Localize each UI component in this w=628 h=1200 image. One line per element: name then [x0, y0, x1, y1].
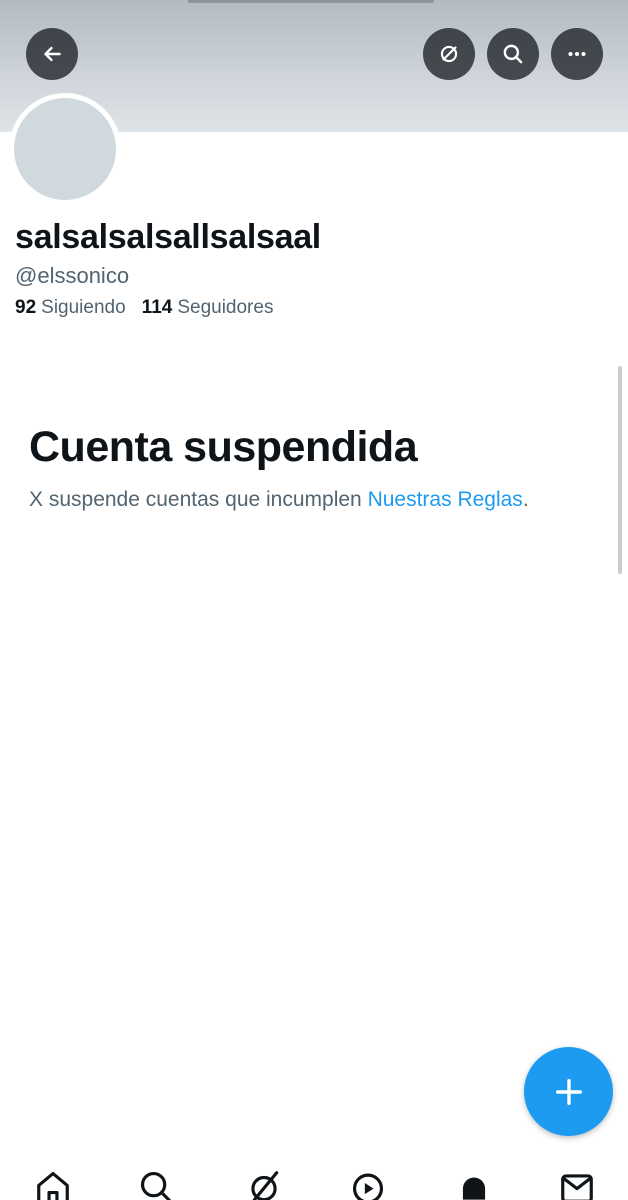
- plus-icon: [555, 1078, 582, 1105]
- avatar-placeholder: [14, 98, 116, 200]
- arrow-left-icon: [44, 46, 61, 62]
- back-button[interactable]: [26, 28, 78, 80]
- profile-page: salsalsalsallsalsaal @elssonico 92 Siguie…: [0, 0, 628, 1200]
- home-icon: [37, 1171, 69, 1200]
- drag-hint: [188, 0, 434, 3]
- followers-count: 114: [141, 297, 173, 318]
- suspended-title: Cuenta suspendida: [29, 423, 418, 471]
- display-name: salsalsalsallsalsaal: [15, 218, 321, 256]
- messages-icon: [561, 1174, 593, 1200]
- nav-messages[interactable]: [557, 1168, 597, 1200]
- nav-notifications[interactable]: [454, 1168, 494, 1200]
- bottom-nav: [0, 1150, 628, 1200]
- compose-fab[interactable]: [524, 1047, 613, 1136]
- more-button[interactable]: [551, 28, 603, 80]
- suspended-message: X suspende cuentas que incumplen Nuestra…: [29, 488, 529, 512]
- suspended-text-after: .: [522, 488, 529, 511]
- grok-icon: [251, 1171, 279, 1200]
- following-label: Siguiendo: [41, 297, 126, 318]
- search-icon: [503, 44, 523, 64]
- search-button[interactable]: [487, 28, 539, 80]
- following-link[interactable]: 92 Siguiendo: [15, 297, 126, 319]
- grok-icon: [440, 45, 458, 63]
- followers-label: Seguidores: [177, 297, 274, 318]
- nav-video[interactable]: [348, 1168, 388, 1200]
- scrollbar[interactable]: [618, 366, 622, 574]
- notifications-icon: [462, 1177, 486, 1200]
- avatar[interactable]: [9, 93, 121, 205]
- suspended-text-before: X suspende cuentas que incumplen: [29, 488, 368, 511]
- followers-link[interactable]: 114 Seguidores: [142, 297, 274, 319]
- nav-grok[interactable]: [244, 1168, 284, 1200]
- user-handle: @elssonico: [15, 263, 130, 288]
- nav-home[interactable]: [33, 1168, 73, 1200]
- grok-button[interactable]: [423, 28, 475, 80]
- video-icon: [352, 1173, 384, 1200]
- nav-search[interactable]: [136, 1168, 176, 1200]
- following-count: 92: [15, 297, 37, 318]
- rules-link[interactable]: Nuestras Reglas: [368, 488, 523, 511]
- follow-stats: 92 Siguiendo 114 Seguidores: [15, 297, 273, 319]
- search-icon: [140, 1171, 171, 1200]
- more-horizontal-icon: [568, 51, 586, 57]
